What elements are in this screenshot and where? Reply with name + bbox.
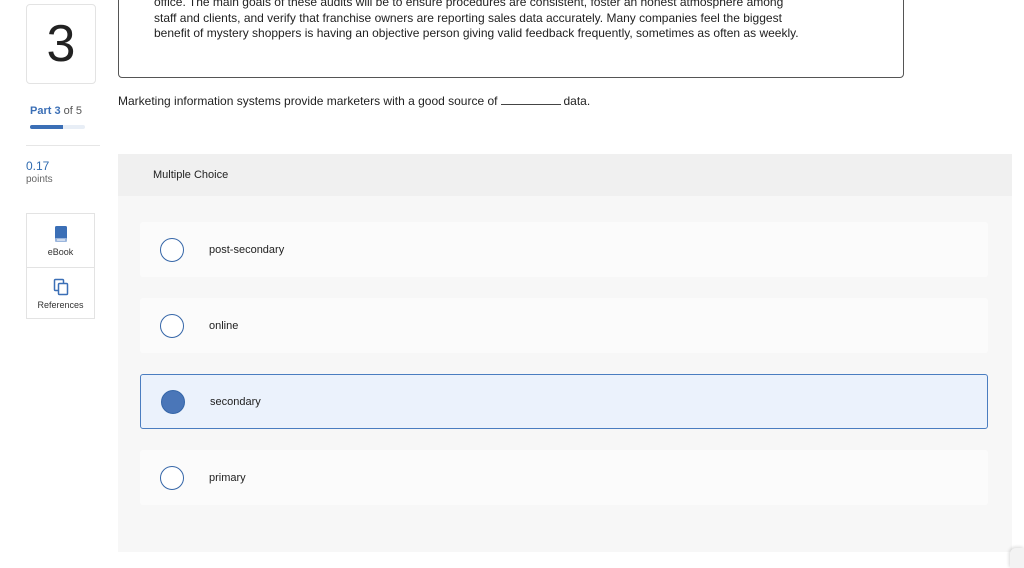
question-suffix: data. [563,94,591,108]
question-blank [500,104,561,105]
passage-box: office. The main goals of these audits w… [118,0,904,78]
option-post-secondary[interactable]: post-secondary [140,222,988,277]
radio-button[interactable] [160,465,184,490]
corner-widget[interactable] [1010,548,1024,568]
points-label: points [26,174,53,185]
sidebar-divider [26,145,100,146]
part-progress-bar [30,125,85,129]
option-primary[interactable]: primary [140,450,988,505]
part-total: of 5 [63,105,83,117]
part-progress-fill [30,125,63,129]
radio-button[interactable] [160,313,184,338]
question-number: 3 [26,4,96,84]
ebook-button[interactable]: eBook [27,214,94,267]
question-prefix: Marketing information systems provide ma… [118,94,498,108]
references-label: References [37,300,84,310]
tools-panel: eBook References [26,213,95,319]
option-online[interactable]: online [140,298,988,353]
question-text: Marketing information systems provide ma… [118,94,590,108]
radio-button[interactable] [160,237,184,262]
multiple-choice-header: Multiple Choice [118,154,1012,196]
copy-icon [53,278,68,296]
part-current: 3 [54,105,61,117]
ebook-label: eBook [47,246,74,257]
radio-button-selected[interactable] [161,389,185,414]
references-button[interactable]: References [27,267,94,320]
part-label: Part [30,105,52,117]
option-label: post-secondary [209,243,285,256]
part-indicator: Part 3 of 5 [30,105,82,117]
option-label: primary [209,471,246,484]
passage-line: benefit of mystery shoppers is having an… [154,26,799,40]
option-secondary[interactable]: secondary [140,374,988,429]
book-icon [54,225,67,242]
passage-line: staff and clients, and verify that franc… [154,10,782,25]
passage-line: office. The main goals of these audits w… [154,0,784,9]
option-label: secondary [210,395,261,408]
multiple-choice-panel: Multiple Choice post-secondary online se… [118,154,1012,552]
option-label: online [209,319,239,332]
points-value: 0.17 [26,159,50,173]
